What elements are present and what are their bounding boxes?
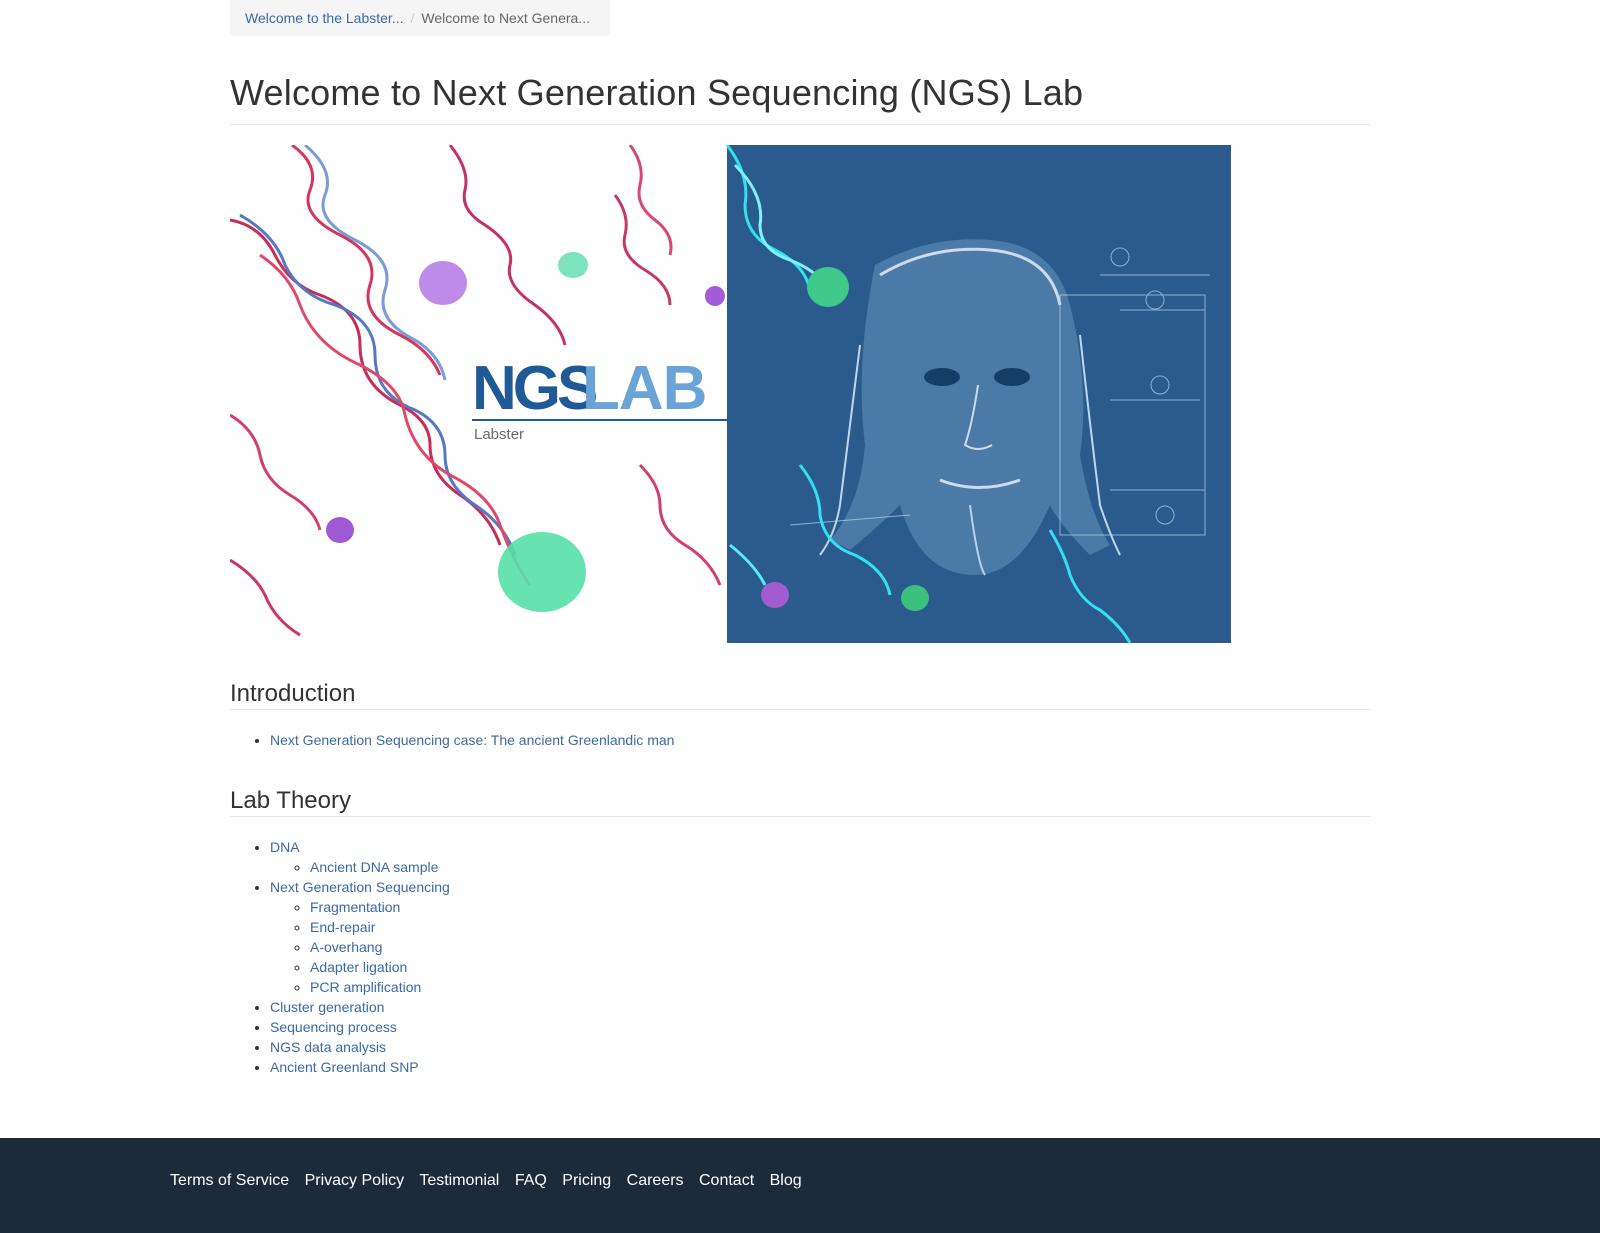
- title-divider: [230, 124, 1371, 125]
- theory-link-ngs-data-analysis[interactable]: NGS data analysis: [270, 1039, 386, 1055]
- list-item: Cluster generation: [270, 997, 450, 1017]
- intro-link-ngs-case[interactable]: Next Generation Sequencing case: The anc…: [270, 732, 674, 748]
- breadcrumb-item-current: Welcome to Next Genera...: [421, 10, 590, 26]
- theory-link-a-overhang[interactable]: A-overhang: [310, 939, 382, 955]
- introduction-list: Next Generation Sequencing case: The anc…: [230, 730, 674, 750]
- svg-text:Labster: Labster: [474, 426, 524, 443]
- lab-theory-heading: Lab Theory: [230, 787, 351, 814]
- list-item: Adapter ligation: [310, 957, 450, 977]
- breadcrumb: Welcome to the Labster... / Welcome to Nex…: [230, 0, 610, 36]
- theory-link-fragmentation[interactable]: Fragmentation: [310, 899, 400, 915]
- svg-text:LAB: LAB: [582, 354, 706, 423]
- introduction-heading: Introduction: [230, 680, 356, 707]
- list-item: Fragmentation: [310, 897, 450, 917]
- footer-link-blog[interactable]: Blog: [770, 1172, 802, 1189]
- list-item: Ancient Greenland SNP: [270, 1057, 450, 1077]
- theory-link-pcr-amplification[interactable]: PCR amplification: [310, 979, 421, 995]
- list-item: End-repair: [310, 917, 450, 937]
- theory-link-ancient-dna-sample[interactable]: Ancient DNA sample: [310, 859, 438, 875]
- list-item: Ancient DNA sample: [310, 857, 450, 877]
- list-item: Sequencing process: [270, 1017, 450, 1037]
- page-title: Welcome to Next Generation Sequencing (N…: [230, 72, 1084, 113]
- list-item: Next Generation Sequencing case: The anc…: [270, 730, 674, 750]
- site-footer: Terms of Service Privacy Policy Testimon…: [0, 1138, 1600, 1233]
- lab-theory-list: DNA Ancient DNA sample Next Generation S…: [230, 837, 450, 1077]
- theory-link-end-repair[interactable]: End-repair: [310, 919, 375, 935]
- footer-links: Terms of Service Privacy Policy Testimon…: [170, 1172, 813, 1190]
- list-item: A-overhang: [310, 937, 450, 957]
- breadcrumb-item-labster[interactable]: Welcome to the Labster...: [245, 10, 404, 26]
- footer-link-terms[interactable]: Terms of Service: [170, 1172, 289, 1189]
- theory-link-ancient-greenland-snp[interactable]: Ancient Greenland SNP: [270, 1059, 419, 1075]
- lab-theory-divider: [230, 816, 1371, 817]
- ngs-lab-banner-image: NGS LAB Labster: [230, 145, 1231, 643]
- list-item: Next Generation Sequencing Fragmentation…: [270, 877, 450, 997]
- theory-link-ngs[interactable]: Next Generation Sequencing: [270, 879, 450, 895]
- theory-link-dna[interactable]: DNA: [270, 839, 300, 855]
- introduction-divider: [230, 709, 1371, 710]
- list-item: PCR amplification: [310, 977, 450, 997]
- theory-link-cluster-generation[interactable]: Cluster generation: [270, 999, 384, 1015]
- list-item: NGS data analysis: [270, 1037, 450, 1057]
- footer-link-faq[interactable]: FAQ: [515, 1172, 547, 1189]
- theory-link-adapter-ligation[interactable]: Adapter ligation: [310, 959, 407, 975]
- footer-link-privacy[interactable]: Privacy Policy: [305, 1172, 405, 1189]
- theory-link-sequencing-process[interactable]: Sequencing process: [270, 1019, 397, 1035]
- footer-link-testimonial[interactable]: Testimonial: [419, 1172, 499, 1189]
- svg-text:NGS: NGS: [472, 354, 596, 423]
- breadcrumb-separator: /: [410, 10, 415, 26]
- footer-link-careers[interactable]: Careers: [627, 1172, 684, 1189]
- footer-link-contact[interactable]: Contact: [699, 1172, 754, 1189]
- list-item: DNA Ancient DNA sample: [270, 837, 450, 877]
- footer-link-pricing[interactable]: Pricing: [562, 1172, 611, 1189]
